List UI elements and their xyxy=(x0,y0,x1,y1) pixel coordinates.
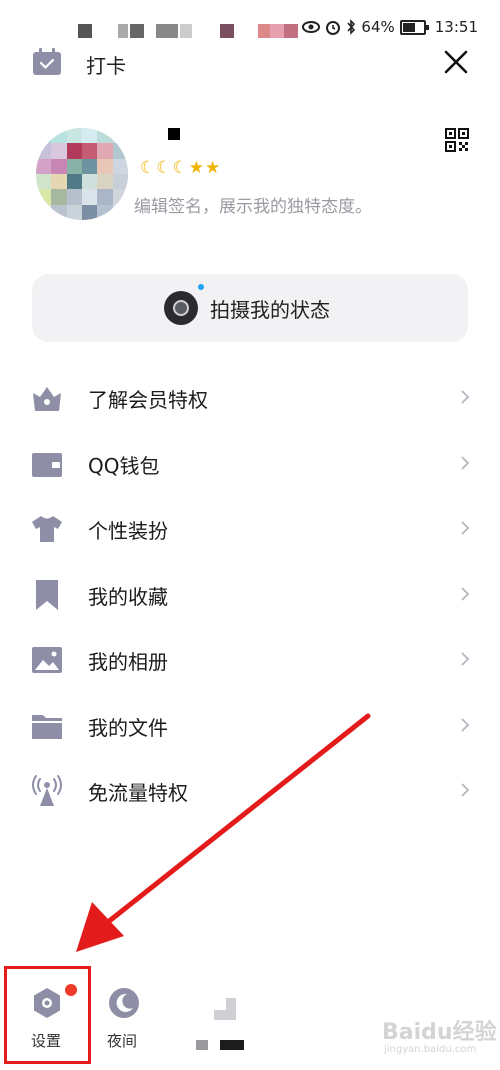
folder-icon xyxy=(32,714,62,739)
notification-icon xyxy=(118,24,128,38)
notification-icon xyxy=(180,24,192,38)
bookmark-icon xyxy=(36,579,58,610)
pixelated-block xyxy=(220,1040,244,1050)
notification-icon xyxy=(220,24,234,38)
menu-item-label: 免流量特权 xyxy=(88,781,188,805)
chevron-right-icon xyxy=(461,455,470,470)
chevron-right-icon xyxy=(461,717,470,732)
bluetooth-icon xyxy=(347,19,356,35)
pixelated-block xyxy=(214,998,226,1010)
calendar-check-icon[interactable] xyxy=(32,48,62,76)
camera-lens-icon xyxy=(164,291,198,325)
signal-tower-icon xyxy=(32,775,62,806)
notification-icon xyxy=(130,24,144,38)
night-mode-button[interactable]: 夜间 xyxy=(100,970,150,1060)
clock: 13:51 xyxy=(434,18,478,36)
watermark-url: jingyan.baidu.com xyxy=(384,1044,477,1055)
watermark-logo: Baidu经验 xyxy=(382,1020,497,1045)
chevron-right-icon xyxy=(461,586,470,601)
notification-icon xyxy=(284,24,298,38)
menu-item-label: QQ钱包 xyxy=(88,453,160,478)
night-mode-label: 夜间 xyxy=(107,1032,138,1050)
eye-icon xyxy=(302,21,321,33)
menu-item-label: 我的文件 xyxy=(88,715,168,740)
close-icon[interactable] xyxy=(440,46,472,78)
menu-item-vip[interactable]: 了解会员特权 xyxy=(0,365,500,431)
shoot-status-label: 拍摄我的状态 xyxy=(210,298,330,322)
photo-album-icon xyxy=(32,647,62,673)
status-indicators: 64% 13:51 xyxy=(302,18,478,36)
menu-item-free-data[interactable]: 免流量特权 xyxy=(0,758,500,824)
alarm-icon xyxy=(326,21,341,35)
shoot-status-button[interactable]: 拍摄我的状态 xyxy=(32,274,468,342)
pixelated-block xyxy=(196,1040,208,1050)
notification-icon xyxy=(156,24,178,38)
menu-item-wallet[interactable]: QQ钱包 xyxy=(0,431,500,497)
notification-icon xyxy=(258,24,270,38)
checkin-label[interactable]: 打卡 xyxy=(86,50,126,79)
avatar[interactable] xyxy=(36,128,128,220)
signature-text[interactable]: 编辑签名，展示我的独特态度。 xyxy=(134,192,372,217)
highlight-box xyxy=(4,966,91,1064)
nickname xyxy=(168,128,180,140)
menu-item-label: 我的相册 xyxy=(88,650,168,674)
menu-item-files[interactable]: 我的文件 xyxy=(0,693,500,759)
moon-icon xyxy=(109,988,139,1018)
tshirt-icon xyxy=(32,516,62,542)
battery-percent: 64% xyxy=(361,18,395,36)
notification-icon xyxy=(78,24,92,38)
chevron-right-icon xyxy=(461,521,470,535)
wallet-icon xyxy=(32,452,62,477)
weather-widget[interactable] xyxy=(190,994,250,1054)
status-bar: 64% 13:51 xyxy=(0,0,500,40)
menu-item-label: 了解会员特权 xyxy=(88,388,208,412)
notification-icon xyxy=(270,24,284,38)
menu-item-album[interactable]: 我的相册 xyxy=(0,627,500,693)
menu-item-label: 个性装扮 xyxy=(88,519,168,543)
chevron-right-icon xyxy=(461,783,470,797)
menu-item-label: 我的收藏 xyxy=(88,584,168,609)
menu-item-theme[interactable]: 个性装扮 xyxy=(0,496,500,562)
menu-item-favorites[interactable]: 我的收藏 xyxy=(0,562,500,628)
qr-code-icon[interactable] xyxy=(445,128,469,152)
level-badges[interactable]: ☾☾☾★★ xyxy=(140,158,221,178)
new-indicator-dot xyxy=(198,284,204,290)
crown-icon xyxy=(33,387,61,411)
battery-icon xyxy=(399,19,429,35)
chevron-right-icon xyxy=(461,390,470,404)
chevron-right-icon xyxy=(461,652,470,666)
drawer-menu: 了解会员特权 QQ钱包 个性装扮 我的收藏 我的相册 我的文件 免流量特权 xyxy=(0,365,500,824)
